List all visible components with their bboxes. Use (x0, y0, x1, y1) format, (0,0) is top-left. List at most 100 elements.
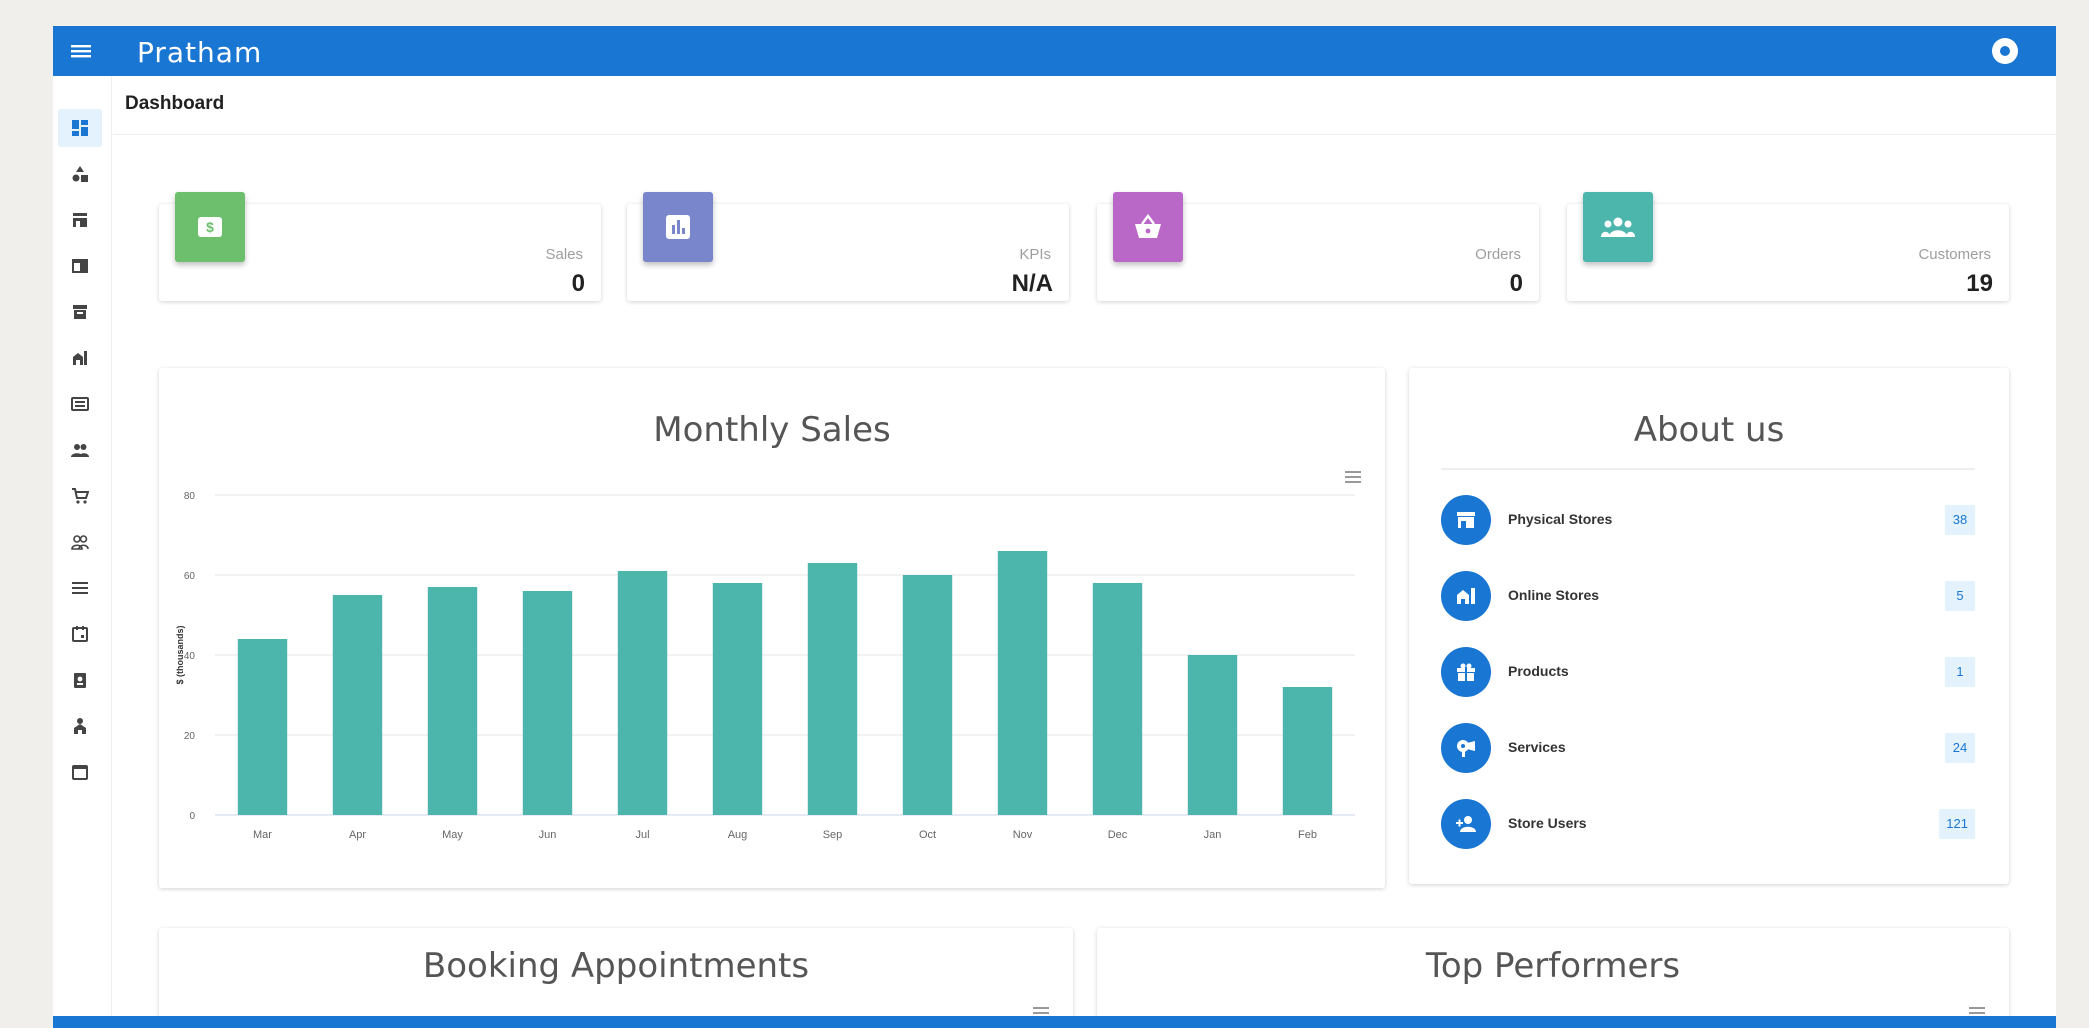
bar-nov (997, 551, 1048, 815)
about-item-label: Physical Stores (1508, 511, 1613, 527)
about-item-physical-stores[interactable]: Physical Stores 38 (1441, 492, 1975, 548)
sales-value: 0 (571, 270, 585, 297)
breadcrumb-divider (113, 134, 2056, 135)
about-us-divider (1441, 468, 1975, 470)
x-tick-label: Dec (1108, 829, 1128, 841)
kpis-icon-box (643, 192, 713, 262)
booking-appointments-title: Booking Appointments (422, 946, 810, 986)
people-icon (71, 444, 89, 457)
about-item-count: 38 (1945, 505, 1975, 535)
booking-appointments-panel: Booking Appointments (159, 928, 1073, 1028)
orders-stat-card[interactable]: Orders 0 (1097, 192, 1539, 301)
about-item-label: Products (1508, 663, 1569, 679)
sidebar-item-calendar[interactable] (58, 753, 102, 791)
sidebar-item-list[interactable] (58, 569, 102, 607)
store-icon (1441, 495, 1491, 545)
sidebar-item-cart[interactable] (58, 477, 102, 515)
sidebar-item-dashboard[interactable] (58, 109, 102, 147)
badge-icon (74, 673, 86, 688)
y-tick-label: 20 (184, 731, 196, 742)
about-item-services[interactable]: Services 24 (1441, 720, 1975, 776)
sidebar-item-people[interactable] (58, 431, 102, 469)
bar-mar (237, 639, 288, 815)
sidebar-item-events[interactable] (58, 615, 102, 653)
sidebar-item-archive[interactable] (58, 293, 102, 331)
dollar-icon: $ (198, 217, 222, 237)
gift-icon (1441, 647, 1491, 697)
groups-icon (71, 535, 89, 550)
customers-icon-box (1583, 192, 1653, 262)
bar-chart-icon (666, 215, 690, 239)
sales-stat-card[interactable]: $ Sales 0 (159, 192, 601, 301)
archive-icon (73, 305, 87, 319)
sidebar-item-cards[interactable] (58, 385, 102, 423)
breadcrumb: Dashboard (125, 93, 225, 114)
about-item-products[interactable]: Products 1 (1441, 644, 1975, 700)
event-icon (72, 626, 88, 642)
about-item-store-users[interactable]: Store Users 121 (1441, 796, 1975, 852)
user-tree-icon (74, 718, 86, 734)
app-brand: Pratham (137, 36, 263, 69)
bar-aug (712, 583, 763, 815)
kpis-value: N/A (1011, 270, 1053, 297)
sidebar-item-user-tree[interactable] (58, 707, 102, 745)
customers-value: 19 (1966, 270, 1993, 297)
x-tick-label: Jun (539, 829, 557, 841)
web-icon (72, 259, 88, 273)
bar-sep (807, 563, 858, 815)
store-icon (73, 213, 87, 227)
customers-stat-card[interactable]: Customers 19 (1567, 192, 2009, 301)
sidebar-item-categories[interactable] (58, 155, 102, 193)
sidebar-item-online-stores[interactable] (58, 339, 102, 377)
online-store-icon (1441, 571, 1491, 621)
app-window: Pratham Dashboard $ Sales 0 KPIs N/A Ord… (53, 26, 2056, 1028)
account-button[interactable] (1992, 38, 2018, 64)
about-item-count: 24 (1945, 733, 1975, 763)
category-icon (72, 166, 88, 182)
about-item-count: 5 (1945, 581, 1975, 611)
kpis-stat-card[interactable]: KPIs N/A (627, 192, 1069, 301)
x-tick-label: Nov (1013, 829, 1033, 841)
x-tick-label: Jul (635, 829, 649, 841)
about-item-label: Store Users (1508, 815, 1587, 831)
hamburger-icon (71, 45, 91, 58)
top-app-bar: Pratham (53, 26, 2056, 76)
menu-button[interactable] (63, 33, 99, 69)
about-item-count: 1 (1945, 657, 1975, 687)
about-item-count: 121 (1939, 809, 1975, 839)
account-icon (2000, 46, 2010, 56)
list-icon (72, 582, 88, 594)
x-tick-label: Jan (1204, 829, 1222, 841)
sidebar-item-stores[interactable] (58, 201, 102, 239)
y-tick-label: 0 (189, 811, 195, 822)
x-tick-label: May (442, 829, 463, 841)
x-tick-label: Apr (349, 829, 366, 841)
dashboard-icon (72, 120, 88, 136)
y-tick-label: 40 (184, 651, 196, 662)
top-performers-panel: Top Performers (1097, 928, 2009, 1028)
add-user-icon (1441, 799, 1491, 849)
online-store-icon (73, 351, 87, 365)
x-tick-label: Sep (823, 829, 843, 841)
about-item-label: Online Stores (1508, 587, 1600, 603)
orders-icon-box (1113, 192, 1183, 262)
svg-text:$: $ (206, 219, 214, 235)
sales-icon-box: $ (175, 192, 245, 262)
sidebar-item-web[interactable] (58, 247, 102, 285)
sidebar-item-groups[interactable] (58, 523, 102, 561)
bar-jul (617, 571, 668, 815)
bar-feb (1282, 687, 1333, 815)
kpis-label: KPIs (1019, 246, 1051, 263)
about-item-online-stores[interactable]: Online Stores 5 (1441, 568, 1975, 624)
sidebar-item-badges[interactable] (58, 661, 102, 699)
sidebar (53, 76, 112, 1026)
x-tick-label: Aug (728, 829, 748, 841)
bar-dec (1092, 583, 1143, 815)
y-tick-label: 60 (184, 571, 196, 582)
footer-bar (53, 1016, 2056, 1028)
bar-jan (1187, 655, 1238, 815)
y-tick-label: 80 (184, 491, 196, 502)
hair-dryer-icon (1441, 723, 1491, 773)
card-icon (71, 397, 89, 411)
calendar-icon (72, 765, 88, 780)
